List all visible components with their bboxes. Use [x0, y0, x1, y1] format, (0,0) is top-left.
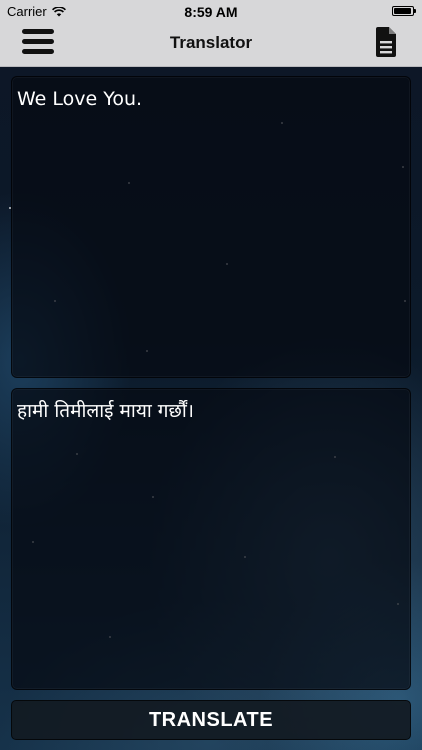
document-icon — [376, 27, 396, 57]
page-title: Translator — [169, 33, 253, 52]
translated-text-area[interactable]: हामी तिमीलाई माया गर्छौं। — [11, 388, 411, 690]
translated-text: हामी तिमीलाई माया गर्छौं। — [17, 400, 194, 422]
navigation-bar: Translator — [0, 22, 422, 66]
source-text-area[interactable]: We Love You. — [11, 76, 411, 378]
status-bar: Carrier 8:59 AM — [0, 0, 422, 22]
document-button[interactable] — [374, 27, 398, 57]
battery-icon — [392, 6, 416, 16]
translate-button[interactable]: TRANSLATE — [11, 700, 411, 740]
status-time: 8:59 AM — [184, 4, 238, 20]
source-text: We Love You. — [17, 88, 143, 110]
top-bar: Carrier 8:59 AM Translator — [0, 0, 422, 67]
